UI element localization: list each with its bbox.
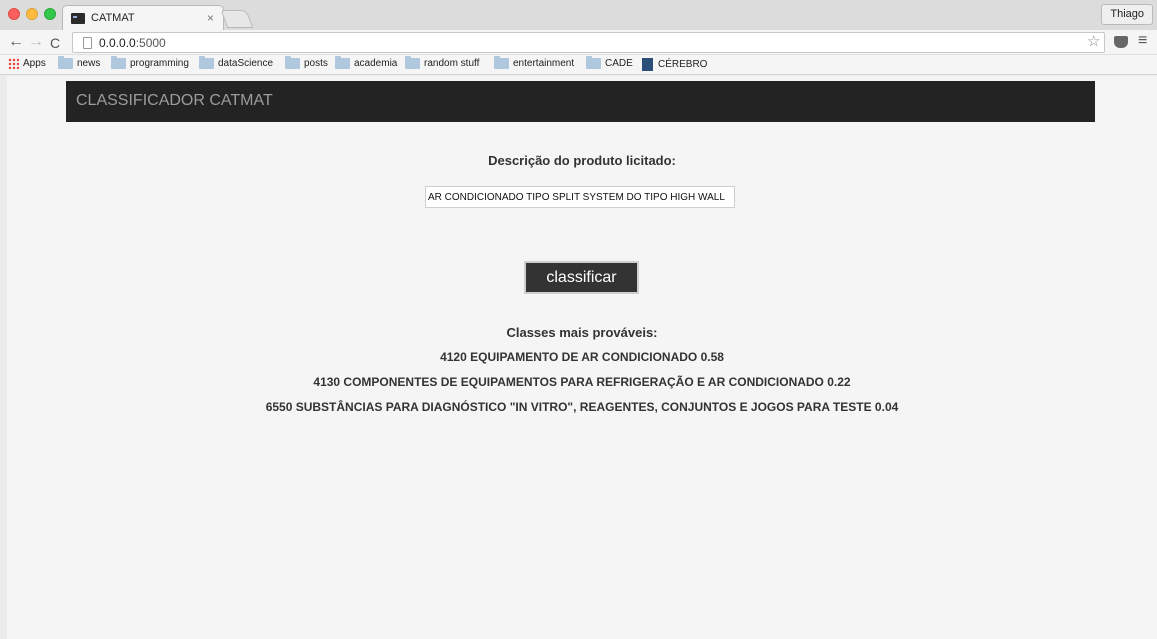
classify-button[interactable]: classificar xyxy=(524,261,639,294)
tab-catmat[interactable]: CATMAT × xyxy=(62,5,224,30)
cerebro-favicon-icon xyxy=(642,58,653,71)
folder-icon xyxy=(586,56,601,69)
result-item: 6550 SUBSTÂNCIAS PARA DIAGNÓSTICO "IN VI… xyxy=(265,400,899,414)
bookmark-label: news xyxy=(77,58,101,69)
back-arrow-icon[interactable]: ← xyxy=(8,33,24,51)
app-title: CLASSIFICADOR CATMAT xyxy=(76,92,273,109)
folder-icon xyxy=(111,56,126,69)
bookmark-label: CADE xyxy=(605,58,633,69)
window-maximize-button[interactable] xyxy=(44,8,56,20)
bookmark-label: programming xyxy=(130,58,189,69)
bookmark-random-stuff[interactable]: random stuff xyxy=(405,56,480,69)
bookmark-label: posts xyxy=(304,58,328,69)
bookmark-programming[interactable]: programming xyxy=(111,56,189,69)
bookmark-entertainment[interactable]: entertainment xyxy=(494,56,575,69)
url-host: 0.0.0.0 xyxy=(99,36,136,50)
bookmark-star-icon[interactable]: ☆ xyxy=(1087,33,1100,51)
result-item: 4120 EQUIPAMENTO DE AR CONDICIONADO 0.58 xyxy=(440,350,724,364)
bookmark-datascience[interactable]: dataScience xyxy=(199,56,274,69)
bookmark-posts[interactable]: posts xyxy=(285,56,328,69)
bookmark-label: academia xyxy=(354,58,398,69)
url-text[interactable]: 0.0.0.0:5000 xyxy=(99,36,166,50)
tab-strip: CATMAT × Thiago xyxy=(0,0,1157,30)
tab-title: CATMAT xyxy=(91,12,135,24)
folder-icon xyxy=(494,56,509,69)
results-title: Classes mais prováveis: xyxy=(506,325,658,340)
folder-icon xyxy=(285,56,300,69)
folder-icon xyxy=(335,56,350,69)
apps-grid-icon xyxy=(8,58,19,69)
page-viewport: CLASSIFICADOR CATMAT Descrição do produt… xyxy=(7,76,1157,639)
menu-icon[interactable]: ≡ xyxy=(1138,32,1147,50)
bookmark-apps[interactable]: Apps xyxy=(8,58,46,69)
url-port: :5000 xyxy=(135,36,166,50)
bookmark-label: CÉREBRO xyxy=(658,59,708,70)
bookmark-label: Apps xyxy=(23,58,46,69)
result-item: 4130 COMPONENTES DE EQUIPAMENTOS PARA RE… xyxy=(313,375,851,389)
bookmark-academia[interactable]: academia xyxy=(335,56,398,69)
profile-button[interactable]: Thiago xyxy=(1101,4,1153,25)
description-label: Descrição do produto licitado: xyxy=(488,153,676,168)
bookmark-label: dataScience xyxy=(218,58,274,69)
tab-close-icon[interactable]: × xyxy=(207,11,214,25)
folder-icon xyxy=(58,56,73,69)
window-close-button[interactable] xyxy=(8,8,20,20)
bookmark-cade[interactable]: CADE xyxy=(586,56,633,69)
app-header: CLASSIFICADOR CATMAT xyxy=(66,81,1095,122)
forward-arrow-icon[interactable]: → xyxy=(28,33,44,51)
browser-toolbar: ← → C 0.0.0.0:5000 ☆ ≡ xyxy=(0,30,1157,55)
bookmark-label: random stuff xyxy=(424,58,480,69)
bookmark-label: entertainment xyxy=(513,58,575,69)
description-input[interactable] xyxy=(425,186,735,208)
bookmarks-bar: Apps news programming dataScience posts … xyxy=(0,55,1157,75)
bookmark-cerebro[interactable]: CÉREBRO xyxy=(642,58,707,71)
reload-icon[interactable]: C xyxy=(50,34,60,52)
new-tab-button[interactable] xyxy=(220,10,254,28)
window-minimize-button[interactable] xyxy=(26,8,38,20)
folder-icon xyxy=(199,56,214,69)
terminal-favicon-icon xyxy=(71,13,85,24)
pocket-icon[interactable] xyxy=(1114,36,1128,48)
bookmark-news[interactable]: news xyxy=(58,56,101,69)
folder-icon xyxy=(405,56,420,69)
address-bar[interactable]: 0.0.0.0:5000 xyxy=(72,32,1105,53)
page-icon xyxy=(83,37,92,49)
